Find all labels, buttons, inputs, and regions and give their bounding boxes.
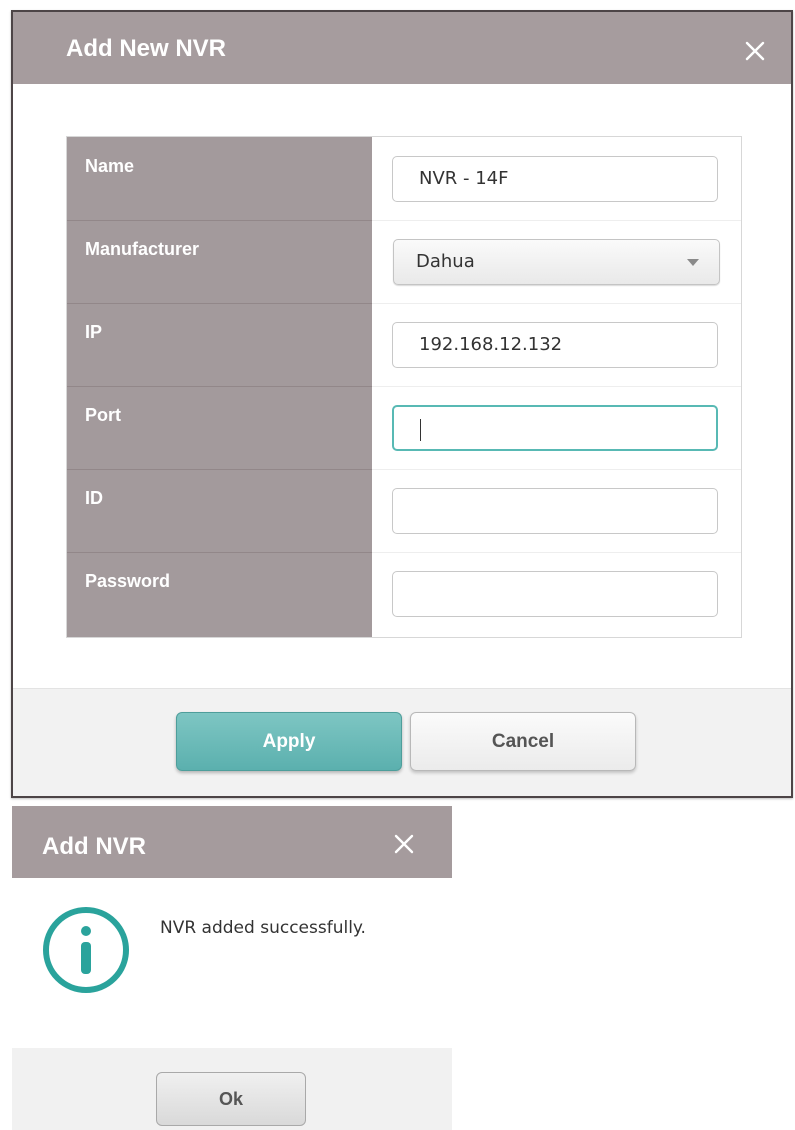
row-divider [67, 220, 372, 221]
form-row-port: Port [67, 386, 741, 469]
chevron-down-icon [687, 259, 699, 266]
text-caret [420, 419, 421, 441]
form-row-manufacturer: Manufacturer Dahua [67, 220, 741, 303]
cancel-button[interactable]: Cancel [410, 712, 636, 771]
row-divider [372, 469, 741, 470]
row-divider [372, 386, 741, 387]
close-icon[interactable] [745, 41, 765, 61]
manufacturer-label: Manufacturer [85, 239, 200, 259]
password-field[interactable] [392, 571, 718, 617]
port-label: Port [85, 405, 121, 425]
id-field[interactable] [392, 488, 718, 534]
id-label: ID [85, 488, 103, 508]
ip-label: IP [85, 322, 103, 342]
close-icon[interactable] [394, 834, 414, 854]
password-label: Password [85, 571, 171, 591]
apply-button[interactable]: Apply [176, 712, 402, 771]
row-divider [67, 303, 372, 304]
form-row-name: Name NVR - 14F [67, 137, 741, 220]
form-row-id: ID [67, 469, 741, 552]
row-divider [372, 220, 741, 221]
form-row-ip: IP 192.168.12.132 [67, 303, 741, 386]
name-field[interactable]: NVR - 14F [392, 156, 718, 202]
nvr-form: Name NVR - 14F Manufacturer Dahua IP 192… [66, 136, 742, 638]
row-divider [67, 386, 372, 387]
row-divider [67, 552, 372, 553]
dialog-footer [13, 688, 791, 796]
row-divider [372, 303, 741, 304]
ip-field[interactable]: 192.168.12.132 [392, 322, 718, 368]
success-message: NVR added successfully. [160, 918, 366, 938]
dialog-title: Add New NVR [66, 35, 227, 62]
info-icon [40, 904, 132, 996]
port-field[interactable] [392, 405, 718, 451]
add-new-nvr-dialog: Add New NVR Name NVR - 14F Manufacturer … [11, 10, 793, 798]
row-divider [67, 469, 372, 470]
dialog-header: Add NVR [12, 806, 452, 878]
row-divider [372, 552, 741, 553]
add-nvr-success-dialog: Add NVR NVR added successfully. Ok [12, 806, 452, 1130]
dialog-title: Add NVR [42, 833, 146, 860]
manufacturer-selected-value: Dahua [416, 251, 475, 272]
dialog-header: Add New NVR [13, 12, 791, 84]
manufacturer-select[interactable]: Dahua [393, 239, 720, 285]
name-label: Name [85, 156, 135, 176]
ok-button[interactable]: Ok [156, 1072, 306, 1126]
form-row-password: Password [67, 552, 741, 635]
